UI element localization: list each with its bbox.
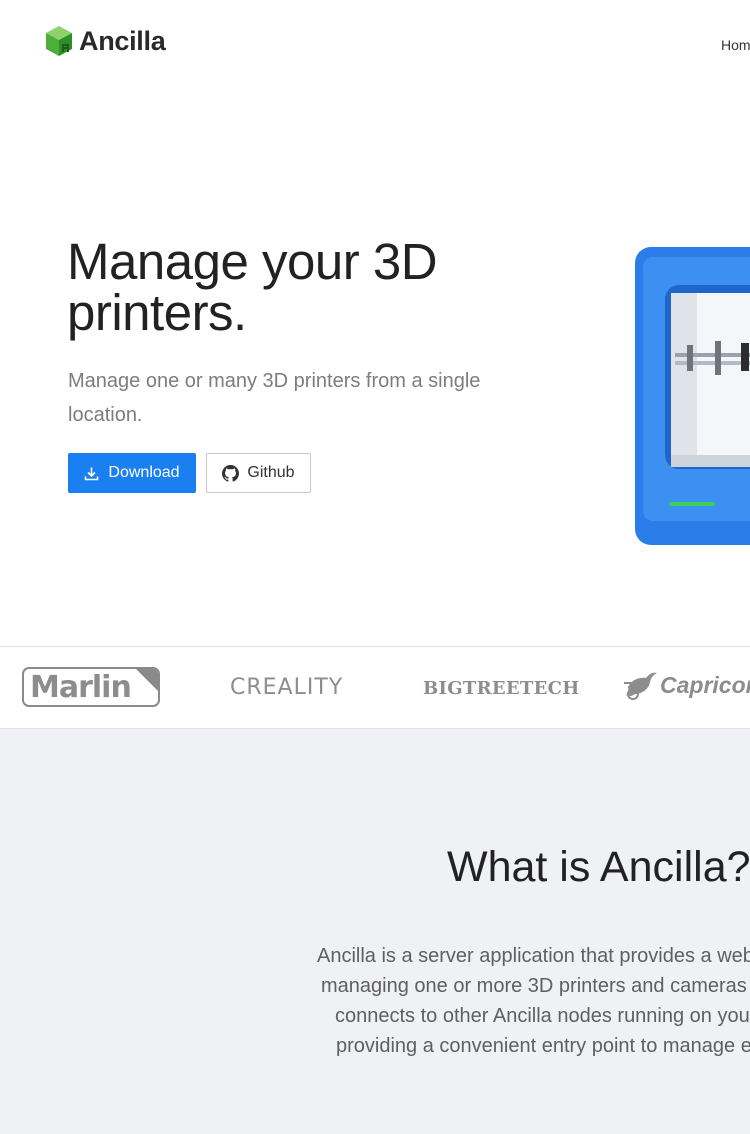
creality-logo: CREALITY [230, 675, 344, 700]
about-section: What is Ancilla? Ancilla is a server app… [0, 729, 750, 1134]
nav-home-link[interactable]: Home [721, 37, 750, 53]
green-cube-icon [46, 26, 72, 56]
printer-illustration [633, 245, 750, 547]
about-text-line-2: managing one or more 3D printers and cam… [321, 975, 747, 997]
hero-subtitle: Manage one or many 3D printers from a si… [68, 370, 481, 426]
marlin-logo-text: Marlin [30, 670, 132, 705]
github-icon [222, 464, 240, 482]
github-label: Github [247, 464, 295, 481]
bigtreetech-logo: BIGTREETECH [423, 678, 580, 699]
github-button[interactable]: Github [206, 453, 311, 493]
about-title: What is Ancilla? [447, 843, 750, 891]
brand-name: Ancilla [79, 25, 166, 56]
about-text-line-3: connects to other Ancilla nodes running … [335, 1005, 750, 1027]
brand-logo[interactable]: Ancilla [45, 25, 166, 57]
hero-title: Manage your 3D printers. [67, 233, 438, 341]
marlin-corner-mark [136, 669, 158, 691]
capricorn-logo-text: Capricorn [660, 672, 750, 698]
about-text-line-1: Ancilla is a server application that pro… [317, 945, 750, 967]
capricorn-logo: Capricorn [622, 669, 750, 701]
partner-logos: Marlin CREALITY BIGTREETECH Capricorn [0, 646, 750, 729]
download-button[interactable]: Download [68, 453, 196, 493]
download-label: Download [108, 464, 180, 481]
about-text-line-4: providing a convenient entry point to ma… [336, 1035, 750, 1057]
marlin-logo: Marlin [22, 667, 160, 707]
download-icon [85, 467, 99, 480]
capricorn-goat-icon [624, 672, 657, 700]
